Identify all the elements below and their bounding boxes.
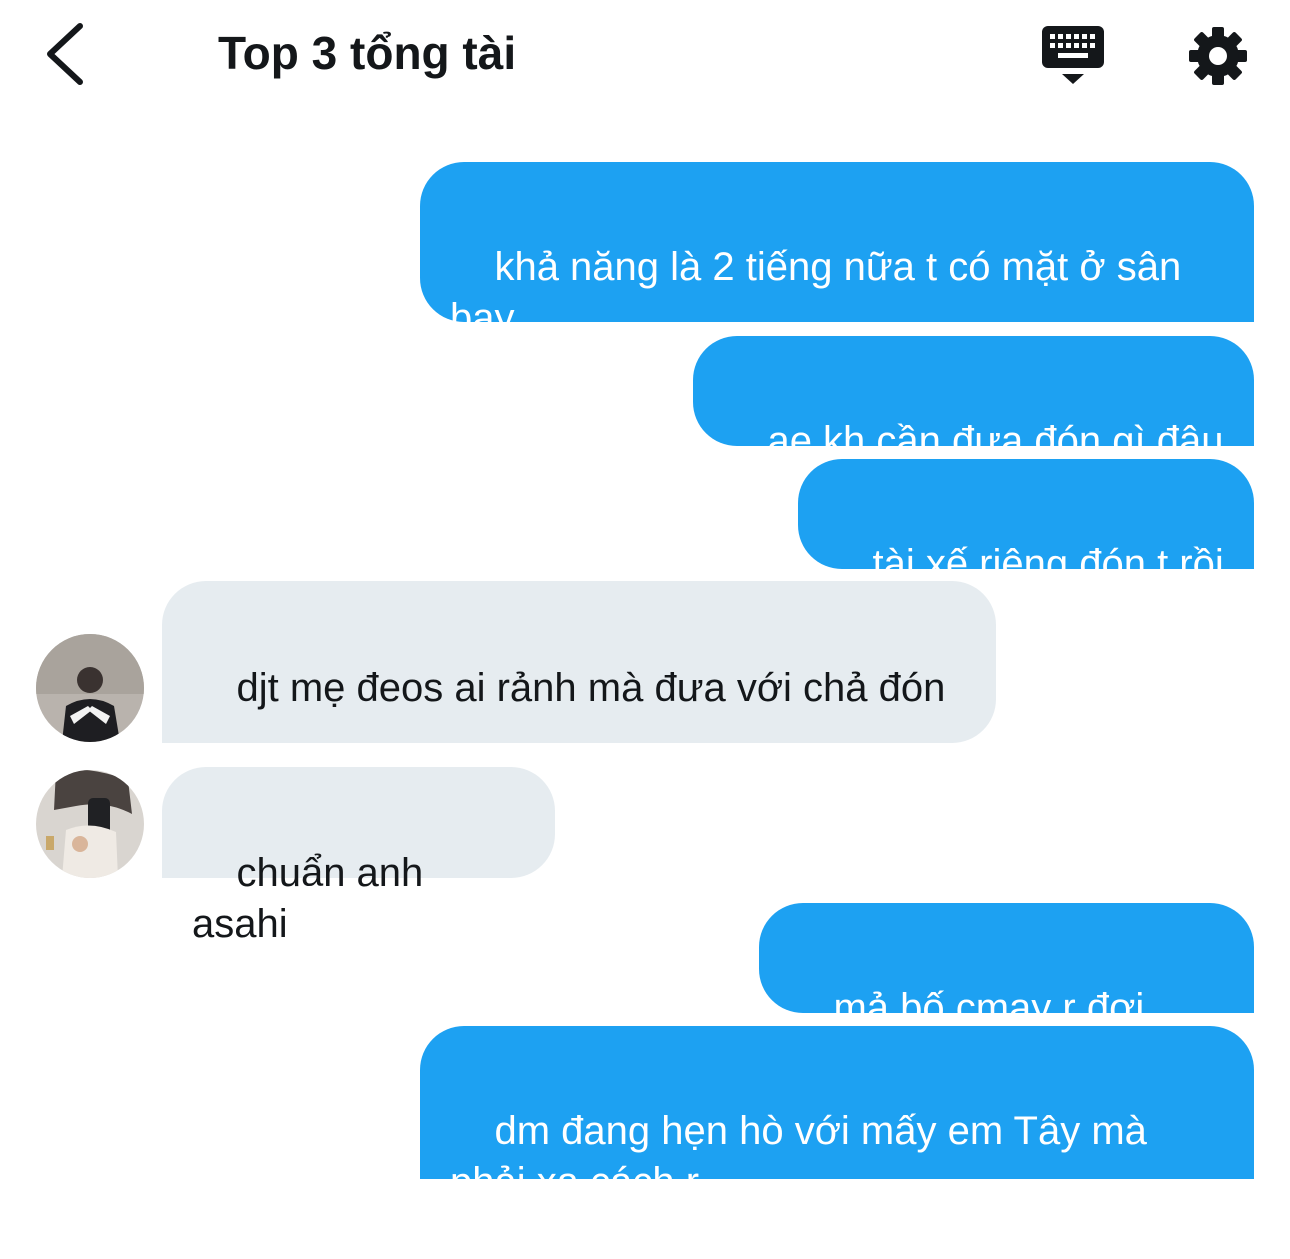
message-text: chuẩn anh asahi (192, 851, 435, 946)
message-bubble-incoming[interactable]: djt mẹ đeos ai rảnh mà đưa với chả đón (162, 581, 996, 743)
conversation-title: Top 3 tổng tài (218, 27, 517, 79)
avatar-image (36, 770, 144, 878)
message-bubble-outgoing[interactable]: khả năng là 2 tiếng nữa t có mặt ở sân b… (420, 162, 1254, 340)
avatar[interactable] (36, 770, 144, 878)
message-text: ae kh cần đưa đón gì đâu (767, 419, 1224, 463)
message-bubble-outgoing[interactable]: mả bố cmay r đợi xem (759, 903, 1254, 1081)
avatar[interactable] (36, 634, 144, 742)
message-text: khả năng là 2 tiếng nữa t có mặt ở sân b… (450, 245, 1193, 340)
message-bubble-outgoing[interactable]: tài xế riêng đón t rồi (798, 459, 1254, 586)
back-button[interactable] (34, 18, 98, 90)
keyboard-icon (1042, 26, 1104, 84)
message-bubble-outgoing[interactable]: ae kh cần đưa đón gì đâu (693, 336, 1254, 463)
message-bubble-incoming[interactable]: chuẩn anh asahi (162, 767, 555, 946)
message-text: djt mẹ đeos ai rảnh mà đưa với chả đón (236, 666, 946, 710)
message-bubble-outgoing[interactable]: dm đang hẹn hò với mấy em Tây mà phải xa… (420, 1026, 1254, 1204)
settings-button[interactable] (1186, 24, 1250, 88)
gear-icon (1189, 27, 1247, 85)
chevron-left-icon (47, 23, 83, 85)
chat-header: Top 3 tổng tài (0, 0, 1290, 110)
message-text: dm đang hẹn hò với mấy em Tây mà phải xa… (450, 1109, 1159, 1204)
message-text: tài xế riêng đón t rồi (872, 542, 1224, 586)
keyboard-button[interactable] (1040, 24, 1110, 88)
avatar-image (36, 634, 144, 742)
